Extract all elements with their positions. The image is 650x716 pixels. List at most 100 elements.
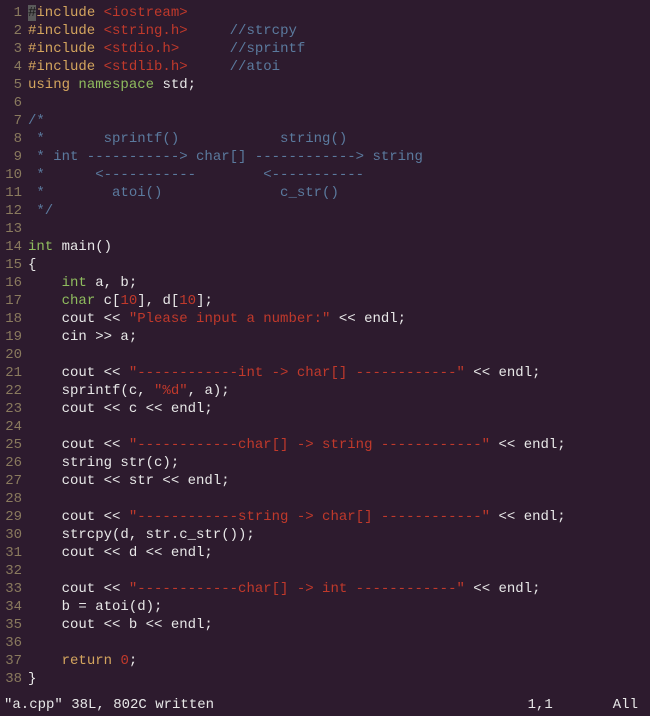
token: "------------string -> char[] ----------… [129, 509, 490, 525]
code-content [28, 94, 650, 112]
code-line[interactable]: 23 cout << c << endl; [0, 400, 650, 418]
line-number: 20 [0, 346, 28, 364]
line-number: 11 [0, 184, 28, 202]
token: << endl; [490, 509, 566, 525]
token: cout << d << endl; [28, 545, 213, 561]
code-line[interactable]: 19 cin >> a; [0, 328, 650, 346]
code-line[interactable]: 29 cout << "------------string -> char[]… [0, 508, 650, 526]
code-line[interactable]: 26 string str(c); [0, 454, 650, 472]
code-content: int main() [28, 238, 650, 256]
code-line[interactable]: 5using namespace std; [0, 76, 650, 94]
token: ; [129, 653, 137, 669]
code-line[interactable]: 34 b = atoi(d); [0, 598, 650, 616]
token: c[ [95, 293, 120, 309]
code-line[interactable]: 33 cout << "------------char[] -> int --… [0, 580, 650, 598]
status-percent: All [613, 696, 646, 714]
code-line[interactable]: 12 */ [0, 202, 650, 220]
code-content: strcpy(d, str.c_str()); [28, 526, 650, 544]
token: , a); [188, 383, 230, 399]
token: << endl; [490, 437, 566, 453]
code-content: * int -----------> char[] ------------> … [28, 148, 650, 166]
code-line[interactable]: 30 strcpy(d, str.c_str()); [0, 526, 650, 544]
line-number: 2 [0, 22, 28, 40]
code-content: cin >> a; [28, 328, 650, 346]
token: cout << c << endl; [28, 401, 213, 417]
code-line[interactable]: 15{ [0, 256, 650, 274]
line-number: 23 [0, 400, 28, 418]
code-line[interactable]: 8 * sprintf() string() [0, 130, 650, 148]
token: b = atoi(d); [28, 599, 162, 615]
line-number: 31 [0, 544, 28, 562]
code-line[interactable]: 11 * atoi() c_str() [0, 184, 650, 202]
code-line[interactable]: 24 [0, 418, 650, 436]
token: return [62, 653, 112, 669]
token: cout << [28, 365, 129, 381]
line-number: 6 [0, 94, 28, 112]
token: cout << [28, 509, 129, 525]
code-line[interactable]: 10 * <----------- <----------- [0, 166, 650, 184]
code-line[interactable]: 31 cout << d << endl; [0, 544, 650, 562]
status-bar: "a.cpp" 38L, 802C written 1,1 All [0, 694, 650, 716]
code-line[interactable]: 18 cout << "Please input a number:" << e… [0, 310, 650, 328]
token: 10 [179, 293, 196, 309]
line-number: 26 [0, 454, 28, 472]
code-line[interactable]: 1#include <iostream> [0, 4, 650, 22]
token: using [28, 77, 70, 93]
code-line[interactable]: 25 cout << "------------char[] -> string… [0, 436, 650, 454]
code-line[interactable]: 21 cout << "------------int -> char[] --… [0, 364, 650, 382]
code-line[interactable]: 38} [0, 670, 650, 688]
code-line[interactable]: 9 * int -----------> char[] ------------… [0, 148, 650, 166]
code-line[interactable]: 17 char c[10], d[10]; [0, 292, 650, 310]
code-line[interactable]: 20 [0, 346, 650, 364]
token: * sprintf() string() [28, 131, 347, 147]
code-line[interactable]: 4#include <stdlib.h> //atoi [0, 58, 650, 76]
code-content [28, 634, 650, 652]
code-line[interactable]: 28 [0, 490, 650, 508]
line-number: 7 [0, 112, 28, 130]
code-line[interactable]: 3#include <stdio.h> //sprintf [0, 40, 650, 58]
code-content: */ [28, 202, 650, 220]
token: cin >> a; [28, 329, 137, 345]
token: <stdlib.h> [104, 59, 188, 75]
code-line[interactable]: 22 sprintf(c, "%d", a); [0, 382, 650, 400]
line-number: 8 [0, 130, 28, 148]
code-content: cout << b << endl; [28, 616, 650, 634]
code-content: char c[10], d[10]; [28, 292, 650, 310]
line-number: 12 [0, 202, 28, 220]
line-number: 29 [0, 508, 28, 526]
code-line[interactable]: 16 int a, b; [0, 274, 650, 292]
line-number: 33 [0, 580, 28, 598]
code-content: #include <iostream> [28, 4, 650, 22]
code-line[interactable]: 37 return 0; [0, 652, 650, 670]
token [188, 23, 230, 39]
code-content: int a, b; [28, 274, 650, 292]
code-content: #include <stdio.h> //sprintf [28, 40, 650, 58]
token: #include [28, 41, 104, 57]
code-content: cout << d << endl; [28, 544, 650, 562]
code-content: /* [28, 112, 650, 130]
code-line[interactable]: 36 [0, 634, 650, 652]
token: main() [53, 239, 112, 255]
token: cout << [28, 437, 129, 453]
token: "Please input a number:" [129, 311, 331, 327]
token: ], d[ [137, 293, 179, 309]
code-line[interactable]: 7/* [0, 112, 650, 130]
code-editor[interactable]: 1#include <iostream>2#include <string.h>… [0, 0, 650, 692]
line-number: 34 [0, 598, 28, 616]
line-number: 9 [0, 148, 28, 166]
line-number: 15 [0, 256, 28, 274]
code-line[interactable]: 14int main() [0, 238, 650, 256]
code-line[interactable]: 35 cout << b << endl; [0, 616, 650, 634]
line-number: 30 [0, 526, 28, 544]
code-content: * <----------- <----------- [28, 166, 650, 184]
code-content [28, 220, 650, 238]
code-line[interactable]: 13 [0, 220, 650, 238]
code-content: cout << "------------string -> char[] --… [28, 508, 650, 526]
code-line[interactable]: 27 cout << str << endl; [0, 472, 650, 490]
code-content: { [28, 256, 650, 274]
line-number: 22 [0, 382, 28, 400]
code-line[interactable]: 6 [0, 94, 650, 112]
code-line[interactable]: 32 [0, 562, 650, 580]
code-line[interactable]: 2#include <string.h> //strcpy [0, 22, 650, 40]
token: "------------int -> char[] ------------" [129, 365, 465, 381]
